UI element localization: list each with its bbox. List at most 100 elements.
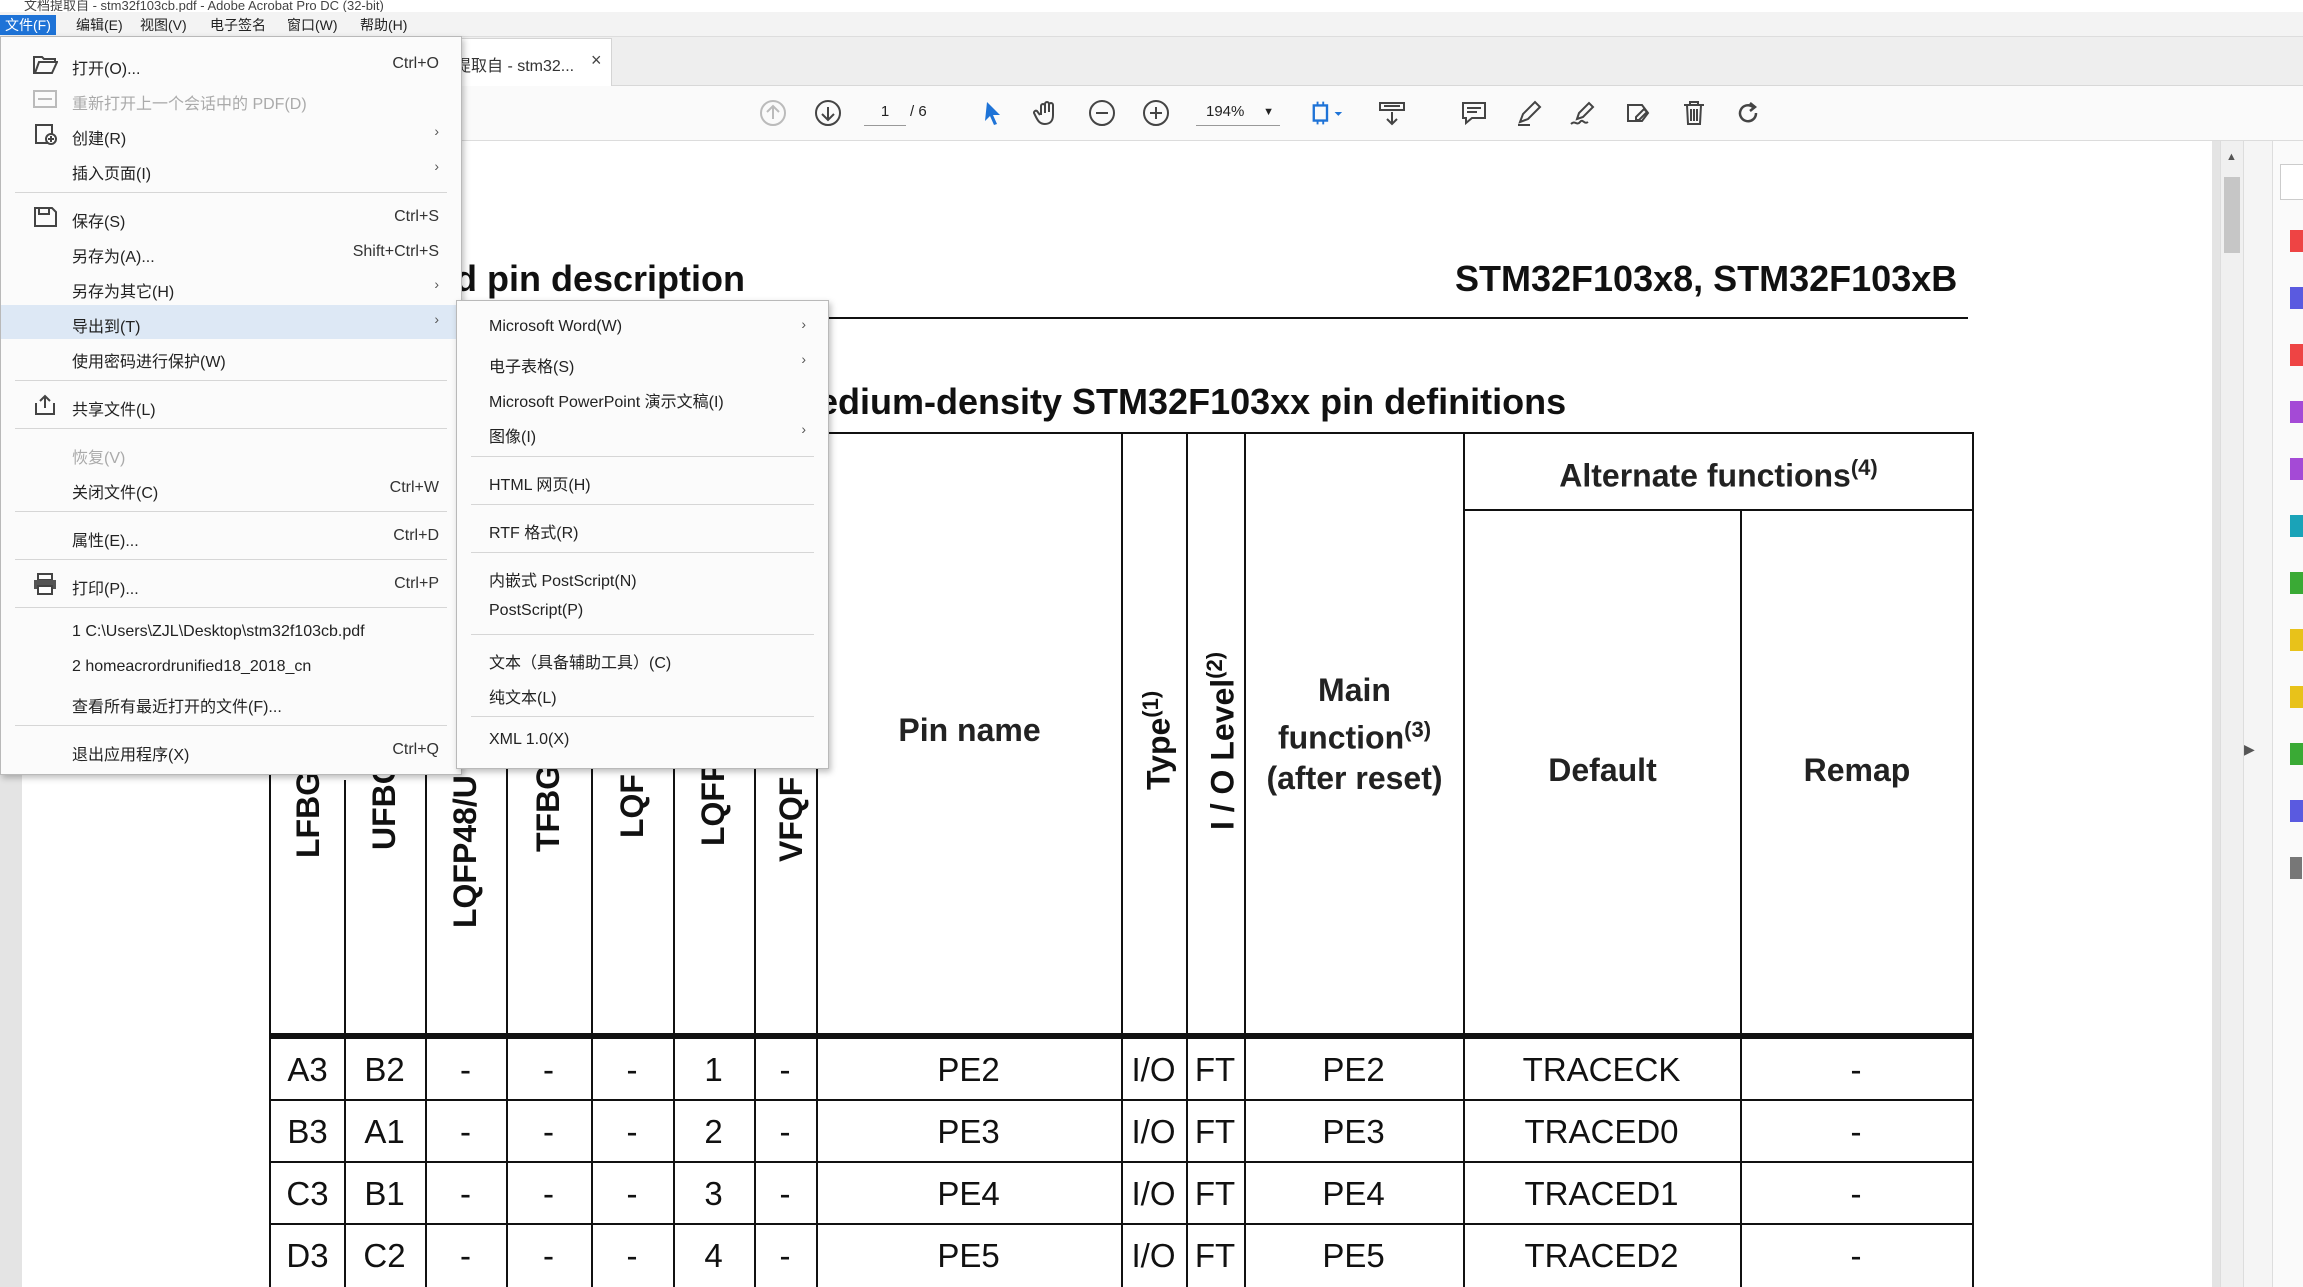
submenu-arrow-icon: › xyxy=(434,311,439,327)
scroll-up-icon[interactable]: ▲ xyxy=(2226,151,2237,163)
menu-item-open[interactable]: 打开(O)... Ctrl+O xyxy=(1,47,461,81)
export-rtf[interactable]: RTF 格式(R) xyxy=(457,511,828,545)
comment-tool-icon[interactable] xyxy=(2290,629,2303,651)
scroll-mode-icon[interactable] xyxy=(1375,96,1409,130)
stamp-icon[interactable] xyxy=(2290,686,2303,708)
header-type: Type(1) xyxy=(1138,690,1177,790)
menu-item-properties[interactable]: 属性(E)... Ctrl+D xyxy=(1,519,461,553)
organize-pages-icon[interactable] xyxy=(2290,458,2303,480)
export-postscript[interactable]: PostScript(P) xyxy=(457,594,828,628)
menu-item-recent-2[interactable]: 2 homeacrordrunified18_2018_cn xyxy=(1,650,461,684)
document-tab[interactable]: 提取自 - stm32... × xyxy=(452,38,612,86)
cell-lqfp64: - xyxy=(626,1051,638,1088)
zoom-select[interactable]: 194% ▼ xyxy=(1196,99,1280,126)
share-icon xyxy=(35,394,55,415)
header-main-function: Main function(3) (after reset) xyxy=(1266,672,1443,796)
menu-item-recent-1[interactable]: 1 C:\Users\ZJL\Desktop\stm32f103cb.pdf xyxy=(1,615,461,649)
menu-bar: 文件(F) 编辑(E) 视图(V) 电子签名 窗口(W) 帮助(H) xyxy=(0,12,2303,37)
expand-pane-icon[interactable]: ▶ xyxy=(2244,741,2255,758)
comment-icon[interactable] xyxy=(1457,96,1491,130)
protect-icon[interactable] xyxy=(2290,800,2303,822)
combine-files-icon[interactable] xyxy=(2290,344,2303,366)
menu-file[interactable]: 文件(F) xyxy=(0,15,56,35)
menu-item-share[interactable]: 共享文件(L) xyxy=(1,388,461,422)
prev-page-icon[interactable] xyxy=(756,96,790,130)
export-plain-text[interactable]: 纯文本(L) xyxy=(457,676,828,710)
menu-item-save-as[interactable]: 另存为(A)... Shift+Ctrl+S xyxy=(1,235,461,269)
export-powerpoint[interactable]: Microsoft PowerPoint 演示文稿(I) xyxy=(457,380,828,414)
zoom-in-icon[interactable] xyxy=(1139,96,1173,130)
cell-io-level: FT xyxy=(1194,1113,1236,1150)
file-menu: 打开(O)... Ctrl+O 重新打开上一个会话中的 PDF(D) 创建(R) ›… xyxy=(0,36,462,775)
export-eps[interactable]: 内嵌式 PostScript(N) xyxy=(457,559,828,593)
menu-item-insert-pages[interactable]: 插入页面(I) › xyxy=(1,152,461,186)
create-pdf-icon[interactable] xyxy=(2290,287,2303,309)
cell-main-function: PE5 xyxy=(1322,1237,1385,1274)
highlight-pen-icon[interactable] xyxy=(1512,96,1546,130)
prepare-form-icon[interactable] xyxy=(2290,743,2303,765)
edit-pdf-icon[interactable] xyxy=(2290,401,2303,423)
cell-vfqfpn: - xyxy=(779,1237,791,1274)
table-title: edium-density STM32F103xx pin definition… xyxy=(818,381,1567,422)
cell-remap: - xyxy=(1850,1051,1862,1088)
cell-vfqfpn: - xyxy=(779,1175,791,1212)
folder-open-icon xyxy=(33,56,58,74)
header-io-level: I / O Level(2) xyxy=(1202,651,1241,830)
menu-item-export-to[interactable]: 导出到(T) › xyxy=(1,305,461,339)
menu-item-protect[interactable]: 使用密码进行保护(W) xyxy=(1,340,461,374)
search-tools-icon[interactable] xyxy=(2280,164,2303,200)
menu-view[interactable]: 视图(V) xyxy=(135,15,192,35)
cell-lqfp64: - xyxy=(626,1175,638,1212)
hand-tool-icon[interactable] xyxy=(1030,96,1064,130)
cell-lqfp64: - xyxy=(626,1113,638,1150)
sign-icon[interactable] xyxy=(1567,96,1601,130)
menu-item-exit[interactable]: 退出应用程序(X) Ctrl+Q xyxy=(1,733,461,767)
export-text-accessible[interactable]: 文本（具备辅助工具）(C) xyxy=(457,641,828,675)
export-xml[interactable]: XML 1.0(X) xyxy=(457,723,828,757)
close-tab-icon[interactable]: × xyxy=(591,50,602,71)
cell-lfbga: A3 xyxy=(287,1051,328,1088)
export-image[interactable]: 图像(I) › xyxy=(457,415,828,449)
menu-item-save[interactable]: 保存(S) Ctrl+S xyxy=(1,200,461,234)
menu-item-reopen[interactable]: 重新打开上一个会话中的 PDF(D) xyxy=(1,82,461,116)
next-page-icon[interactable] xyxy=(811,96,845,130)
cell-default: TRACED1 xyxy=(1524,1175,1679,1212)
header-pkg-lqfp64: LQF xyxy=(614,774,650,838)
menu-item-restore[interactable]: 恢复(V) xyxy=(1,436,461,470)
export-pdf-icon[interactable] xyxy=(2290,230,2303,252)
menu-item-print[interactable]: 打印(P)... Ctrl+P xyxy=(1,567,461,601)
menu-item-create[interactable]: 创建(R) › xyxy=(1,117,461,151)
trash-icon[interactable] xyxy=(1677,96,1711,130)
menu-item-recent-all[interactable]: 查看所有最近打开的文件(F)... xyxy=(1,685,461,719)
cell-default: TRACED2 xyxy=(1524,1237,1679,1274)
cell-remap: - xyxy=(1850,1175,1862,1212)
export-spreadsheet[interactable]: 电子表格(S) › xyxy=(457,345,828,379)
menu-help[interactable]: 帮助(H) xyxy=(355,15,412,35)
tools-panel xyxy=(2272,141,2303,1287)
more-tools-icon[interactable] xyxy=(2290,857,2302,879)
fill-sign-icon[interactable] xyxy=(1622,96,1656,130)
zoom-out-icon[interactable] xyxy=(1085,96,1119,130)
header-pkg-vfqfpn: VFQF xyxy=(773,776,809,862)
select-tool-icon[interactable] xyxy=(976,96,1010,130)
section-header: d pin description xyxy=(455,258,746,299)
scan-ocr-icon[interactable] xyxy=(2290,515,2303,537)
export-html[interactable]: HTML 网页(H) xyxy=(457,463,828,497)
menu-window[interactable]: 窗口(W) xyxy=(282,15,343,35)
menu-item-save-as-other[interactable]: 另存为其它(H) › xyxy=(1,270,461,304)
cell-tfbga: - xyxy=(543,1175,554,1212)
header-pkg-tfbga: TFBG xyxy=(530,764,566,852)
vertical-scrollbar[interactable]: ▲ xyxy=(2220,141,2243,1287)
scroll-thumb[interactable] xyxy=(2224,177,2240,253)
page-number-input[interactable]: 1 xyxy=(864,99,906,126)
menu-esign[interactable]: 电子签名 xyxy=(205,15,271,35)
export-word[interactable]: Microsoft Word(W) › xyxy=(457,310,828,344)
fit-page-icon[interactable] xyxy=(1310,96,1344,130)
cell-tfbga: - xyxy=(543,1113,554,1150)
header-remap: Remap xyxy=(1803,752,1911,788)
menu-item-close[interactable]: 关闭文件(C) Ctrl+W xyxy=(1,471,461,505)
redo-icon[interactable] xyxy=(1731,96,1765,130)
compress-icon[interactable] xyxy=(2290,572,2303,594)
submenu-arrow-icon: › xyxy=(801,421,806,437)
menu-edit[interactable]: 编辑(E) xyxy=(71,15,128,35)
